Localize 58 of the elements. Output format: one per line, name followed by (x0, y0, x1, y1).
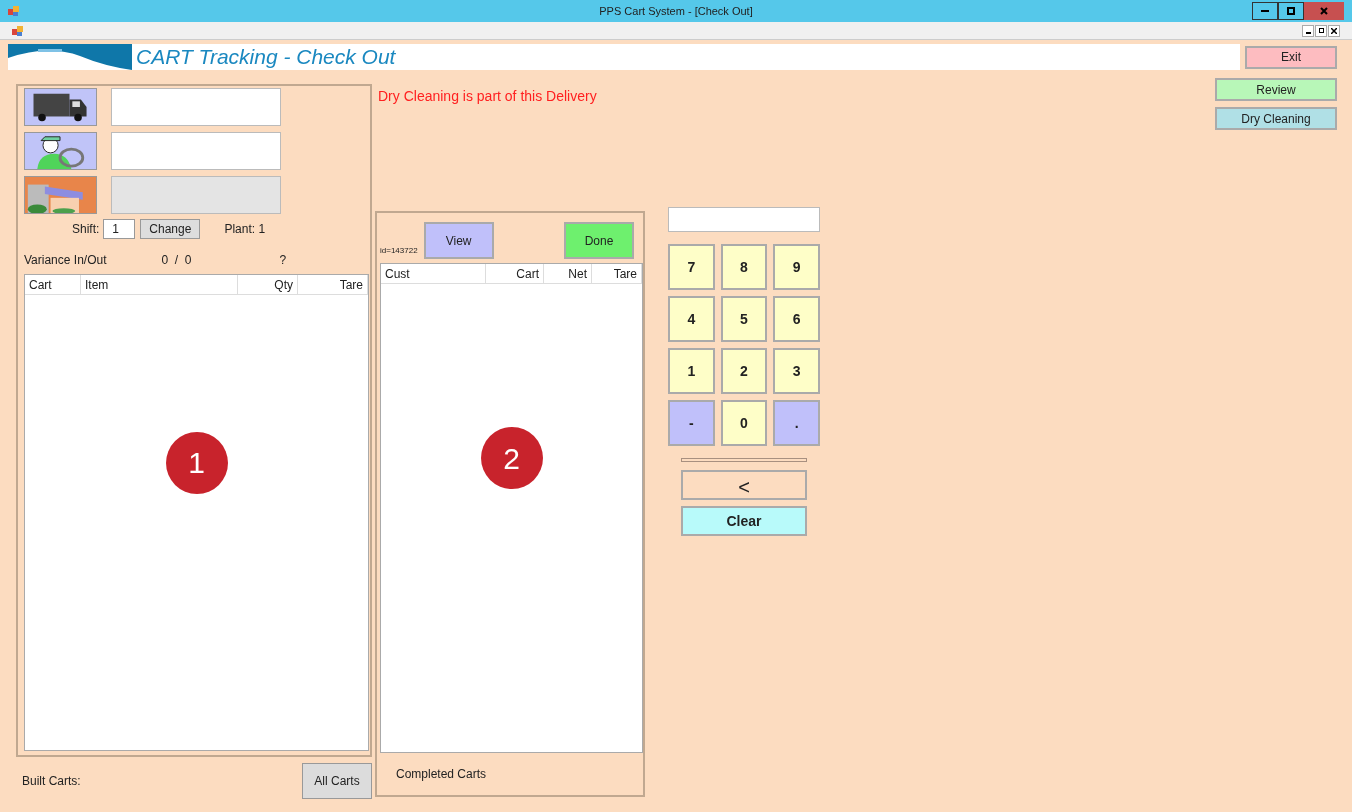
shift-label: Shift: (72, 221, 100, 238)
app-icon (8, 5, 20, 17)
keypad-key[interactable]: 7 (668, 244, 715, 290)
child-close-button[interactable] (1328, 24, 1340, 37)
all-carts-button[interactable]: All Carts (302, 763, 372, 799)
marker-badge: 1 (165, 431, 228, 494)
notice-text: Dry Cleaning is part of this Delivery (378, 87, 598, 106)
exit-button[interactable]: Exit (1245, 45, 1337, 69)
entry-field[interactable] (111, 88, 281, 126)
marker-badge: 2 (480, 427, 543, 489)
app-icon (12, 24, 24, 37)
column-header[interactable]: Item (81, 275, 238, 294)
close-icon (1320, 7, 1328, 15)
child-minimize-button[interactable] (1302, 24, 1314, 37)
truck-icon (24, 88, 97, 126)
completed-carts-label: Completed Carts (396, 766, 488, 783)
window-title: PPS Cart System - [Check Out] (598, 3, 754, 19)
keypad-key[interactable]: . (773, 400, 820, 446)
variance-value: 0 / 0 (161, 252, 192, 269)
minimize-button[interactable] (1252, 2, 1278, 20)
column-header[interactable]: Cart (25, 275, 81, 294)
driver-icon (24, 132, 97, 170)
backspace-button[interactable]: < (681, 470, 807, 500)
page-title: CART Tracking - Check Out (136, 44, 396, 71)
variance-label: Variance In/Out (24, 252, 107, 269)
keypad-key[interactable]: 3 (773, 348, 820, 394)
column-header[interactable]: Tare (298, 275, 368, 294)
keypad-key[interactable]: 0 (720, 400, 768, 446)
shift-field[interactable]: 1 (103, 219, 136, 239)
column-header[interactable]: Cart (486, 264, 544, 283)
change-button[interactable]: Change (140, 219, 201, 239)
done-button[interactable]: Done (564, 222, 634, 259)
side-button[interactable]: Dry Cleaning (1215, 107, 1337, 130)
keypad-key[interactable]: 6 (773, 296, 820, 342)
close-icon (1331, 27, 1337, 34)
record-id: id=143722 (380, 245, 418, 257)
keypad-key[interactable]: - (668, 400, 715, 446)
clear-button[interactable]: Clear (681, 506, 807, 536)
keypad-key[interactable]: 2 (720, 348, 768, 394)
column-header[interactable]: Cust (381, 264, 486, 283)
built-carts-label: Built Carts: (22, 773, 81, 790)
plant-label: Plant: 1 (224, 221, 266, 238)
child-restore-button[interactable] (1315, 24, 1327, 37)
keypad-key[interactable]: 4 (668, 296, 715, 342)
keypad-key[interactable]: 9 (773, 244, 820, 290)
variance-status-text: ? (279, 252, 287, 269)
side-button[interactable]: Review (1215, 78, 1337, 101)
column-header[interactable]: Tare (592, 264, 642, 283)
column-header[interactable]: Qty (238, 275, 298, 294)
close-button[interactable] (1304, 2, 1344, 20)
restore-button[interactable] (1278, 2, 1304, 20)
keypad-key[interactable]: 5 (720, 296, 768, 342)
keypad-key[interactable]: 8 (720, 244, 768, 290)
keypad-key[interactable]: 1 (668, 348, 715, 394)
view-button[interactable]: View (423, 222, 494, 259)
entry-field[interactable] (111, 132, 281, 170)
store-icon (24, 176, 97, 214)
column-header[interactable]: Net (544, 264, 592, 283)
